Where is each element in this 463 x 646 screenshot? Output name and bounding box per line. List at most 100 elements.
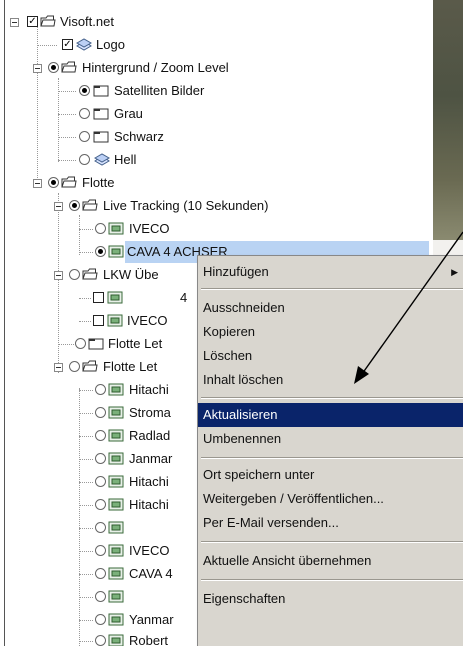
layer-radio[interactable] [69,200,80,211]
layer-radio[interactable] [95,476,106,487]
folder-icon [93,84,110,97]
menu-item-email[interactable]: Per E-Mail versenden... [198,511,463,535]
menu-item-label: Per E-Mail versenden... [203,515,339,530]
layer-radio[interactable] [69,361,80,372]
folder-icon [82,199,99,212]
tree-item-hell[interactable]: Hell [0,149,433,171]
layer-radio[interactable] [95,545,106,556]
tree-item-live-tracking[interactable]: Live Tracking (10 Sekunden) [0,195,433,217]
vehicle-icon [108,475,125,488]
layer-radio[interactable] [95,246,106,257]
layer-radio[interactable] [79,108,90,119]
folder-icon [82,360,99,373]
folder-icon [61,61,78,74]
tree-guide [58,160,76,162]
collapse-toggle[interactable] [10,18,19,27]
map-view[interactable] [433,0,463,240]
tree-item-visoft[interactable]: ✓ Visoft.net [0,11,433,33]
menu-item-label: Aktuelle Ansicht übernehmen [203,553,372,568]
layer-radio[interactable] [95,223,106,234]
layer-radio[interactable] [79,131,90,142]
tree-item-label: IVECO [129,543,170,558]
vehicle-icon [108,406,125,419]
tree-guide [79,482,93,484]
layer-radio[interactable] [95,614,106,625]
tree-guide [58,114,76,116]
layer-radio[interactable] [95,635,106,646]
collapse-toggle[interactable] [54,363,63,372]
tree-item-label: Hell [114,152,137,167]
tree-item-label: IVECO [129,221,170,236]
layer-radio[interactable] [95,453,106,464]
layer-radio[interactable] [95,568,106,579]
collapse-toggle[interactable] [54,271,63,280]
tree-item-grau[interactable]: Grau [0,103,433,125]
layer-radio[interactable] [95,499,106,510]
menu-item-label: Weitergeben / Veröffentlichen... [203,491,384,506]
tree-guide [79,551,93,553]
layer-radio[interactable] [95,384,106,395]
tree-item-label: Visoft.net [60,14,114,29]
tree-item-label: Stroma [129,405,171,420]
layer-radio[interactable] [75,338,86,349]
vehicle-icon [107,314,124,327]
layer-checkbox[interactable] [93,292,104,303]
tree-guide [79,413,93,415]
menu-item-eigenschaften[interactable]: Eigenschaften [198,587,463,611]
tree-guide [79,641,93,643]
tree-item-label: Hintergrund / Zoom Level [82,60,229,75]
tree-item-label: Grau [114,106,143,121]
menu-item-label: Inhalt löschen [203,372,284,387]
menu-item-umbenennen[interactable]: Umbenennen [198,427,463,451]
collapse-toggle[interactable] [54,202,63,211]
menu-item-weitergeben[interactable]: Weitergeben / Veröffentlichen... [198,487,463,511]
layer-radio[interactable] [95,591,106,602]
tree-guide [58,91,76,93]
folder-icon [61,176,78,189]
tree-item-label: CAVA 4 [129,566,173,581]
menu-item-aktualisieren[interactable]: Aktualisieren [198,403,463,427]
menu-item-aktuelle-ansicht[interactable]: Aktuelle Ansicht übernehmen [198,549,463,573]
layer-checkbox[interactable]: ✓ [62,39,73,50]
menu-item-label: Hinzufügen [203,264,269,279]
tree-guide [79,505,93,507]
layer-radio[interactable] [95,522,106,533]
tree-guide [58,344,74,346]
layer-checkbox[interactable] [93,315,104,326]
menu-item-label: Ort speichern unter [203,467,315,482]
layer-radio[interactable] [69,269,80,280]
tree-item-hintergrund[interactable]: Hintergrund / Zoom Level [0,57,433,79]
menu-item-label: Kopieren [203,324,256,339]
layer-radio[interactable] [79,85,90,96]
vehicle-icon [107,291,124,304]
layer-radio[interactable] [79,154,90,165]
tree-item-label: Logo [96,37,125,52]
layer-radio[interactable] [48,177,59,188]
tree-item-label: IVECO [127,313,168,328]
menu-item-label: Umbenennen [203,431,282,446]
layer-checkbox[interactable]: ✓ [27,16,38,27]
tree-item-label: Live Tracking (10 Sekunden) [103,198,269,213]
vehicle-icon [108,634,125,646]
tree-item-logo[interactable]: ✓ Logo [0,34,433,56]
menu-item-label: Eigenschaften [203,591,286,606]
collapse-toggle[interactable] [33,64,42,73]
layer-radio[interactable] [95,407,106,418]
menu-item-ort-speichern[interactable]: Ort speichern unter [198,463,463,487]
menu-separator [201,457,463,459]
menu-item-label: Ausschneiden [203,300,285,315]
vehicle-icon [108,452,125,465]
tree-guide [79,321,91,323]
layer-radio[interactable] [95,430,106,441]
collapse-toggle[interactable] [33,179,42,188]
menu-separator [201,397,463,399]
tree-item-satelliten[interactable]: Satelliten Bilder [0,80,433,102]
tree-guide [79,252,93,254]
tree-item-schwarz[interactable]: Schwarz [0,126,433,148]
vehicle-icon [108,245,125,258]
tree-item-label: Hitachi [129,382,169,397]
layer-radio[interactable] [48,62,59,73]
tree-item-label: Janmar [129,451,173,466]
tree-item-flotte[interactable]: Flotte [0,172,433,194]
tree-guide [79,459,93,461]
